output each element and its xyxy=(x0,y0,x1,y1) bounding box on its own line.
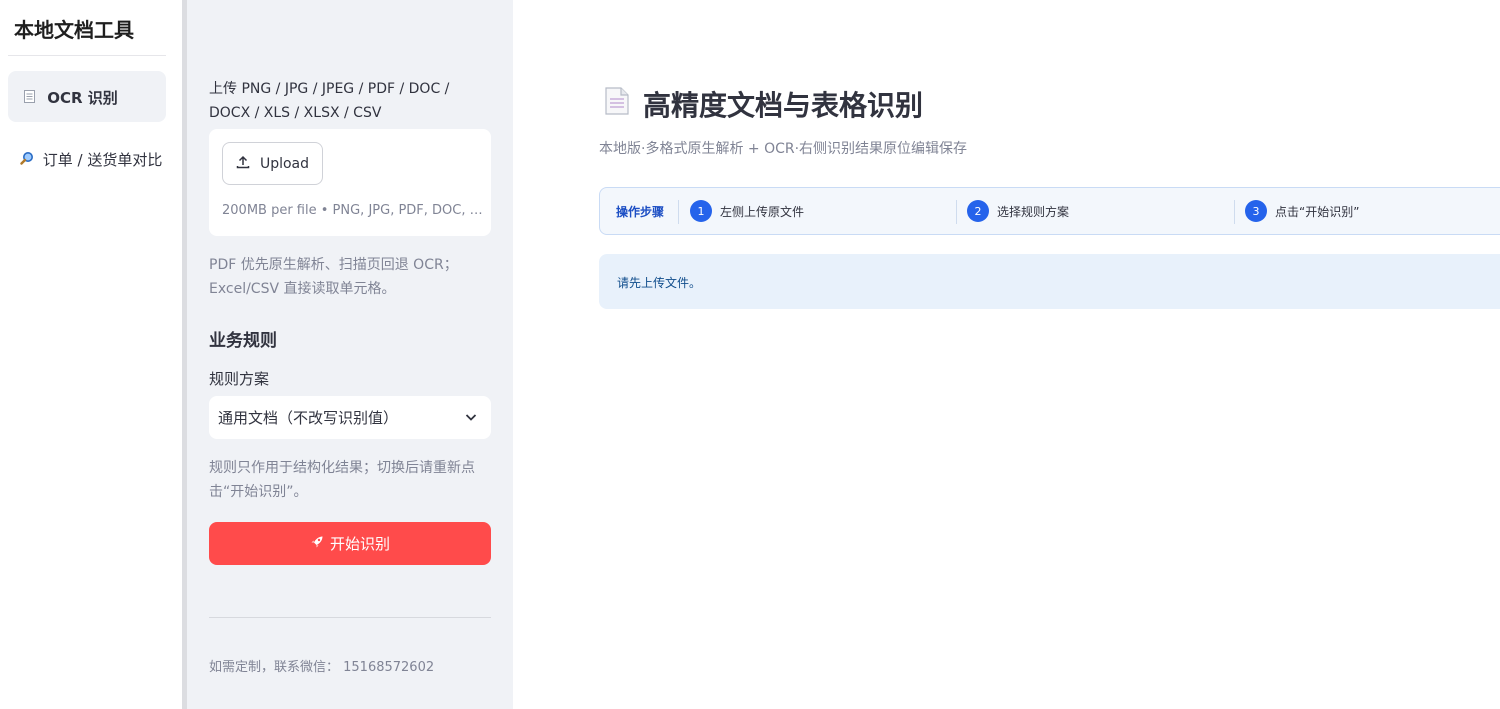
steps-separator xyxy=(678,200,679,224)
step-item: 2 选择规则方案 xyxy=(967,200,1069,222)
step-text: 左侧上传原文件 xyxy=(720,204,805,219)
rules-caption: 规则只作用于结构化结果；切换后请重新点击“开始识别”。 xyxy=(209,460,475,500)
start-recognition-button[interactable]: 开始识别 xyxy=(209,522,491,565)
nav-divider xyxy=(8,55,166,56)
rocket-icon xyxy=(310,535,324,553)
page-subtitle: 本地版·多格式原生解析 + OCR·右侧识别结果原位编辑保存 xyxy=(599,141,968,157)
start-button-label: 开始识别 xyxy=(329,535,390,553)
steps-label: 操作步骤 xyxy=(616,205,665,219)
page-title: 高精度文档与表格识别 xyxy=(605,84,923,124)
upload-label: 上传 PNG / JPG / JPEG / PDF / DOC / DOCX /… xyxy=(209,81,450,121)
rules-select-label: 规则方案 xyxy=(209,370,270,388)
magnifier-icon xyxy=(20,151,38,172)
rules-select-value: 通用文档（不改写识别值） xyxy=(218,409,399,427)
nav-item-ocr[interactable]: OCR 识别 xyxy=(8,71,166,122)
steps-bar: 操作步骤 1 左侧上传原文件 2 选择规则方案 3 点击“开始识别” xyxy=(599,187,1500,235)
step-text: 选择规则方案 xyxy=(997,204,1070,219)
nav-item-label: 订单 / 送货单对比 xyxy=(42,151,163,169)
rules-select[interactable]: 通用文档（不改写识别值） xyxy=(209,396,491,439)
info-alert: 请先上传文件。 xyxy=(599,254,1500,309)
file-dropzone[interactable]: Upload 200MB per file • PNG, JPG, PDF, D… xyxy=(209,129,491,236)
app-title: 本地文档工具 xyxy=(14,18,134,42)
step-item: 1 左侧上传原文件 xyxy=(690,200,804,222)
upload-button[interactable]: Upload xyxy=(222,142,323,185)
step-number: 1 xyxy=(690,200,712,222)
document-icon xyxy=(24,90,42,107)
upload-button-label: Upload xyxy=(259,155,310,172)
contact-text: 如需定制，联系微信： 15168572602 xyxy=(209,660,435,675)
upload-icon xyxy=(236,155,250,173)
sidebar-divider xyxy=(209,617,491,618)
step-number: 2 xyxy=(967,200,989,222)
nav-item-label: OCR 识别 xyxy=(47,89,118,107)
sidebar: 上传 PNG / JPG / JPEG / PDF / DOC / DOCX /… xyxy=(187,0,513,709)
upload-hint: 200MB per file • PNG, JPG, PDF, DOC, D… xyxy=(222,203,484,218)
steps-separator xyxy=(1234,200,1235,224)
steps-separator xyxy=(956,200,957,224)
nav-item-order-compare[interactable]: 订单 / 送货单对比 xyxy=(8,146,166,194)
step-number: 3 xyxy=(1245,200,1267,222)
page-title-text: 高精度文档与表格识别 xyxy=(643,89,924,122)
upload-caption: PDF 优先原生解析、扫描页回退 OCR；Excel/CSV 直接读取单元格。 xyxy=(209,257,458,297)
document-icon xyxy=(605,86,629,122)
step-text: 点击“开始识别” xyxy=(1275,204,1360,219)
step-item: 3 点击“开始识别” xyxy=(1245,200,1359,222)
rules-heading: 业务规则 xyxy=(209,331,277,351)
app-nav: 本地文档工具 OCR 识别 订单 / 送货单对比 xyxy=(0,0,182,709)
chevron-down-icon xyxy=(463,409,479,425)
